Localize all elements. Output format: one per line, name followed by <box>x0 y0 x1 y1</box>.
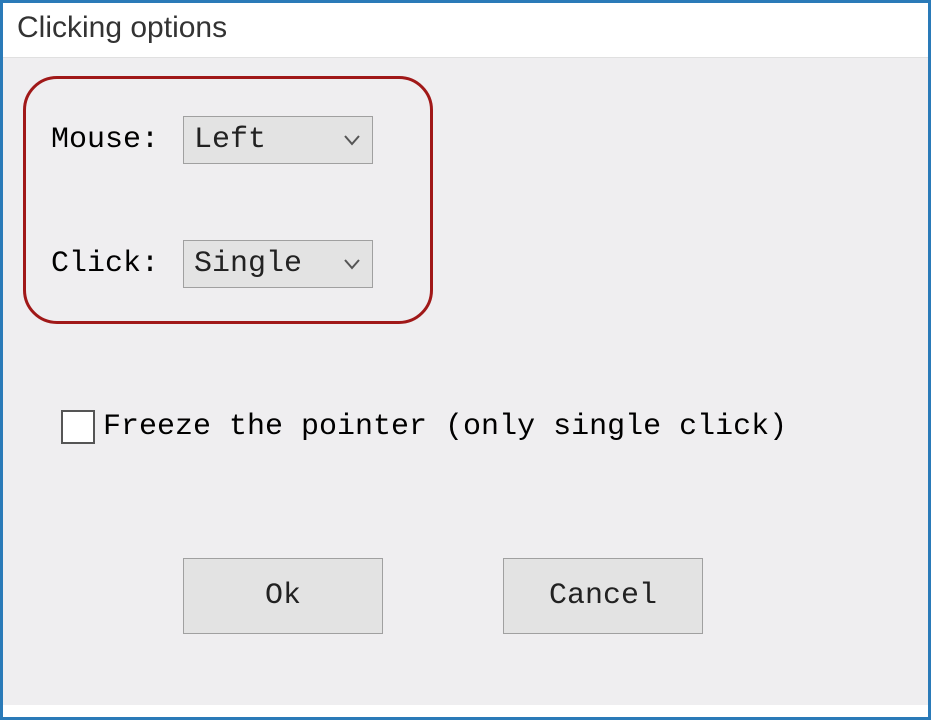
freeze-pointer-label: Freeze the pointer (only single click) <box>103 410 787 444</box>
content-area: Mouse: Left Click: Single Freeze the poi… <box>3 57 928 705</box>
click-field-row: Click: Single <box>51 240 373 288</box>
window-title: Clicking options <box>3 3 928 57</box>
mouse-dropdown[interactable]: Left <box>183 116 373 164</box>
mouse-label: Mouse: <box>51 123 183 157</box>
ok-button[interactable]: Ok <box>183 558 383 634</box>
click-label: Click: <box>51 247 183 281</box>
cancel-button[interactable]: Cancel <box>503 558 703 634</box>
click-dropdown[interactable]: Single <box>183 240 373 288</box>
chevron-down-icon <box>342 254 362 274</box>
chevron-down-icon <box>342 130 362 150</box>
click-dropdown-value: Single <box>194 247 342 281</box>
dialog-window: Clicking options Mouse: Left Click: Sing… <box>0 0 931 720</box>
freeze-pointer-row: Freeze the pointer (only single click) <box>61 410 787 444</box>
mouse-field-row: Mouse: Left <box>51 116 373 164</box>
mouse-dropdown-value: Left <box>194 123 342 157</box>
freeze-pointer-checkbox[interactable] <box>61 410 95 444</box>
button-row: Ok Cancel <box>183 558 703 634</box>
